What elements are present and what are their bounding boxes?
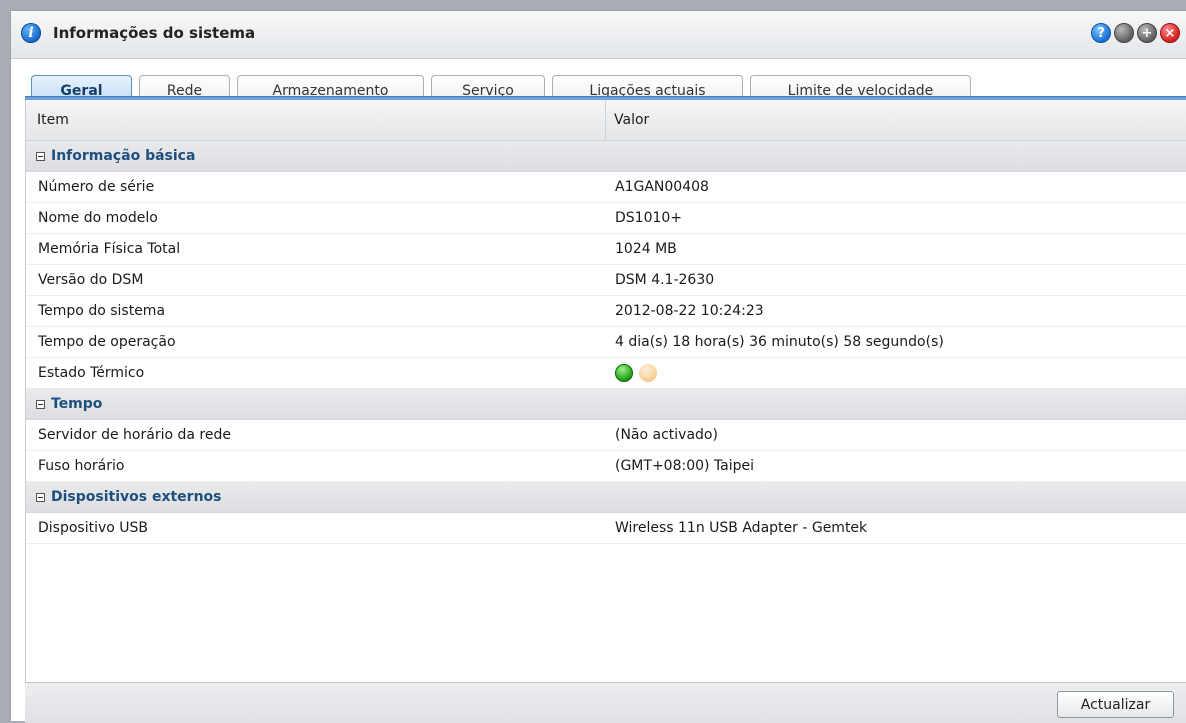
- help-button[interactable]: ?: [1091, 23, 1111, 43]
- footer-bar: Actualizar: [25, 682, 1186, 723]
- table-row: Memória Física Total 1024 MB: [26, 234, 1186, 265]
- group-title: Dispositivos externos: [51, 489, 222, 505]
- minimize-button[interactable]: [1114, 23, 1134, 43]
- table-row: Nome do modelo DS1010+: [26, 203, 1186, 234]
- title-bar[interactable]: i Informações do sistema ? + ×: [11, 11, 1186, 59]
- row-value: DS1010+: [615, 210, 683, 226]
- column-header-value[interactable]: Valor: [606, 100, 1186, 140]
- maximize-button[interactable]: +: [1137, 23, 1157, 43]
- window-title: Informações do sistema: [53, 24, 256, 42]
- table-row: Estado Térmico: [26, 358, 1186, 389]
- row-item: Memória Física Total: [38, 241, 181, 257]
- close-button[interactable]: ×: [1160, 23, 1180, 43]
- row-value: 1024 MB: [615, 241, 677, 257]
- system-info-window: i Informações do sistema ? + × Geral Red…: [10, 10, 1186, 723]
- row-item: Servidor de horário da rede: [38, 427, 231, 443]
- row-item: Versão do DSM: [38, 272, 144, 288]
- row-item: Número de série: [38, 179, 155, 195]
- row-item: Fuso horário: [38, 458, 125, 474]
- collapse-icon[interactable]: [36, 399, 45, 409]
- thermal-status: [615, 364, 1186, 382]
- info-icon: i: [21, 23, 41, 43]
- row-item: Estado Térmico: [38, 365, 145, 381]
- orange-status-dot-icon: [639, 364, 658, 382]
- group-dispositivos-externos[interactable]: Dispositivos externos: [26, 482, 1186, 513]
- group-title: Tempo: [51, 396, 103, 412]
- refresh-button[interactable]: Actualizar: [1057, 691, 1174, 718]
- collapse-icon[interactable]: [36, 151, 45, 161]
- column-header-item[interactable]: Item: [26, 100, 606, 140]
- table-row: Tempo do sistema 2012-08-22 10:24:23: [26, 296, 1186, 327]
- row-item: Dispositivo USB: [38, 520, 149, 536]
- green-status-dot-icon: [615, 364, 633, 382]
- row-value: Wireless 11n USB Adapter - Gemtek: [615, 520, 868, 536]
- row-item: Nome do modelo: [38, 210, 158, 226]
- table-row: Versão do DSM DSM 4.1-2630: [26, 265, 1186, 296]
- row-item: Tempo de operação: [38, 334, 176, 350]
- group-title: Informação básica: [51, 148, 196, 164]
- row-value: A1GAN00408: [615, 179, 709, 195]
- table-row: Tempo de operação 4 dia(s) 18 hora(s) 36…: [26, 327, 1186, 358]
- row-value: 2012-08-22 10:24:23: [615, 303, 764, 319]
- row-item: Tempo do sistema: [38, 303, 166, 319]
- row-value: 4 dia(s) 18 hora(s) 36 minuto(s) 58 segu…: [615, 334, 944, 350]
- collapse-icon[interactable]: [36, 492, 45, 502]
- table-row: Número de série A1GAN00408: [26, 172, 1186, 203]
- table-header: Item Valor: [26, 100, 1186, 141]
- row-value: (GMT+08:00) Taipei: [615, 458, 755, 474]
- table-row: Fuso horário (GMT+08:00) Taipei: [26, 451, 1186, 482]
- table-row: Servidor de horário da rede (Não activad…: [26, 420, 1186, 451]
- group-informacao-basica[interactable]: Informação básica: [26, 141, 1186, 172]
- table-row: Dispositivo USB Wireless 11n USB Adapter…: [26, 513, 1186, 544]
- info-table: Item Valor Informação básica Número de s…: [25, 100, 1186, 682]
- group-tempo[interactable]: Tempo: [26, 389, 1186, 420]
- row-value: DSM 4.1-2630: [615, 272, 715, 288]
- row-value: (Não activado): [615, 427, 718, 443]
- window-controls: ? + ×: [1091, 23, 1180, 43]
